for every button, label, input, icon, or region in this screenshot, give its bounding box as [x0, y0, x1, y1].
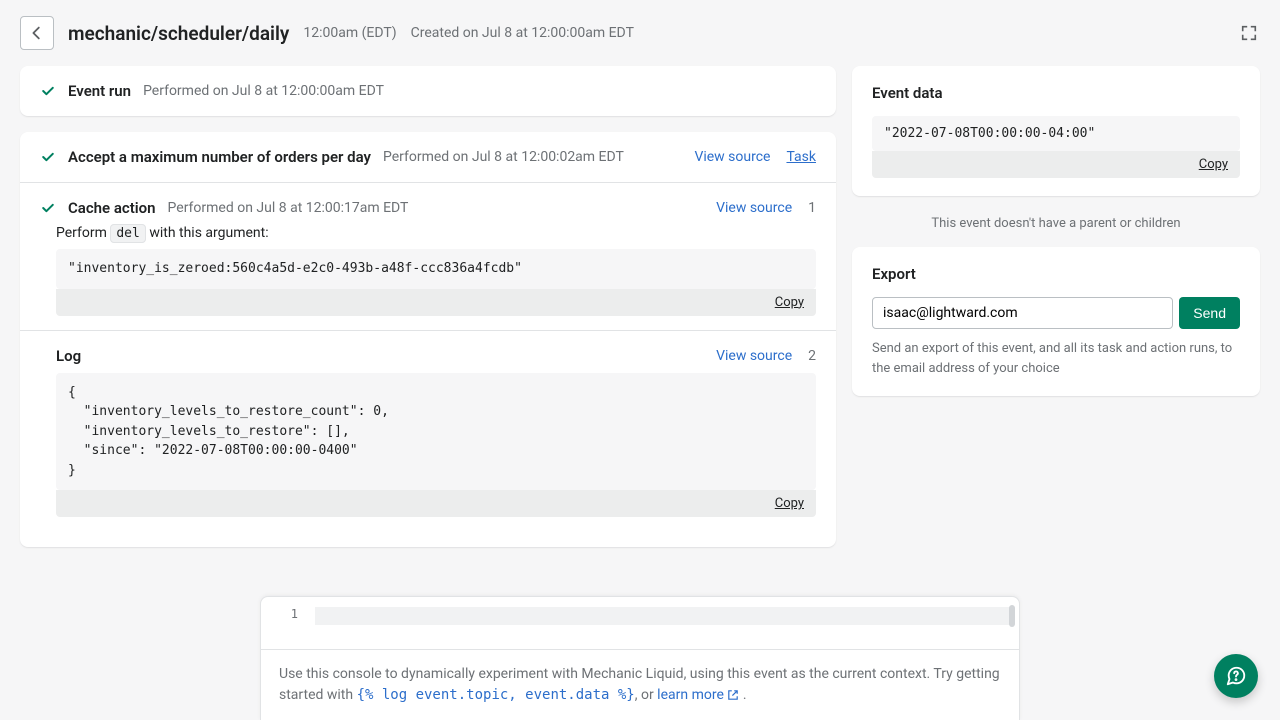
parent-children-note: This event doesn't have a parent or chil… — [852, 212, 1260, 247]
export-help-text: Send an export of this event, and all it… — [872, 339, 1240, 378]
event-run-title: Event run — [68, 82, 131, 100]
cache-action-row: Cache action Performed on Jul 8 at 12:00… — [20, 183, 836, 225]
check-icon — [40, 83, 56, 99]
cache-action-count: 1 — [808, 200, 816, 216]
expand-button[interactable] — [1238, 22, 1260, 44]
export-card: Export Send Send an export of this event… — [852, 247, 1260, 396]
check-icon — [40, 149, 56, 165]
log-view-source-link[interactable]: View source — [716, 348, 792, 364]
export-email-input[interactable] — [872, 297, 1173, 329]
liquid-console: 1 Use this console to dynamically experi… — [260, 596, 1020, 720]
log-copy-button[interactable]: Copy — [775, 496, 804, 511]
task-run-row: Accept a maximum number of orders per da… — [20, 132, 836, 183]
arg-prefix: Perform — [56, 225, 110, 241]
event-run-row: Event run Performed on Jul 8 at 12:00:00… — [20, 66, 836, 116]
page-title: mechanic/scheduler/daily — [68, 22, 289, 45]
editor-content[interactable] — [309, 597, 1019, 649]
learn-more-link[interactable]: learn more — [657, 687, 739, 703]
arrow-left-icon — [28, 24, 46, 42]
console-help-suffix: . — [739, 687, 746, 703]
arg-suffix: with this argument: — [146, 225, 269, 241]
chat-help-icon — [1225, 665, 1247, 687]
cache-action-title: Cache action — [68, 199, 156, 217]
check-icon — [40, 200, 56, 216]
task-link[interactable]: Task — [786, 149, 816, 165]
maximize-icon — [1240, 24, 1258, 42]
task-run-title: Accept a maximum number of orders per da… — [68, 148, 371, 166]
event-data-title: Event data — [872, 84, 1240, 102]
cache-argument-code: "inventory_is_zeroed:560c4a5d-e2c0-493b-… — [56, 249, 816, 289]
external-link-icon — [727, 689, 739, 701]
console-help: Use this console to dynamically experime… — [261, 650, 1019, 720]
editor-gutter: 1 — [261, 597, 309, 649]
header-time: 12:00am (EDT) — [303, 25, 396, 41]
cache-argument-line: Perform del with this argument: — [20, 225, 836, 249]
console-help-mid: , or — [635, 687, 657, 703]
header-created: Created on Jul 8 at 12:00:00am EDT — [411, 25, 634, 41]
cache-copy-button[interactable]: Copy — [775, 295, 804, 310]
console-editor[interactable]: 1 — [261, 597, 1019, 650]
log-code: { "inventory_levels_to_restore_count": 0… — [56, 373, 816, 491]
task-view-source-link[interactable]: View source — [694, 149, 770, 165]
back-button[interactable] — [20, 16, 54, 50]
help-fab[interactable] — [1214, 654, 1258, 698]
event-data-code: "2022-07-08T00:00:00-04:00" — [872, 116, 1240, 151]
log-title: Log — [56, 347, 81, 365]
export-send-button[interactable]: Send — [1179, 297, 1240, 329]
task-run-performed: Performed on Jul 8 at 12:00:02am EDT — [383, 149, 624, 165]
event-data-card: Event data "2022-07-08T00:00:00-04:00" C… — [852, 66, 1260, 196]
event-run-performed: Performed on Jul 8 at 12:00:00am EDT — [143, 83, 384, 99]
event-data-copy-button[interactable]: Copy — [1199, 157, 1228, 172]
scrollbar-thumb[interactable] — [1009, 605, 1015, 627]
cache-action-performed: Performed on Jul 8 at 12:00:17am EDT — [168, 200, 409, 216]
line-number: 1 — [261, 607, 298, 621]
console-snippet[interactable]: {% log event.topic, event.data %} — [357, 687, 635, 703]
arg-op-pill: del — [110, 224, 145, 243]
cache-view-source-link[interactable]: View source — [716, 200, 792, 216]
log-count: 2 — [808, 348, 816, 364]
export-title: Export — [872, 265, 1240, 283]
